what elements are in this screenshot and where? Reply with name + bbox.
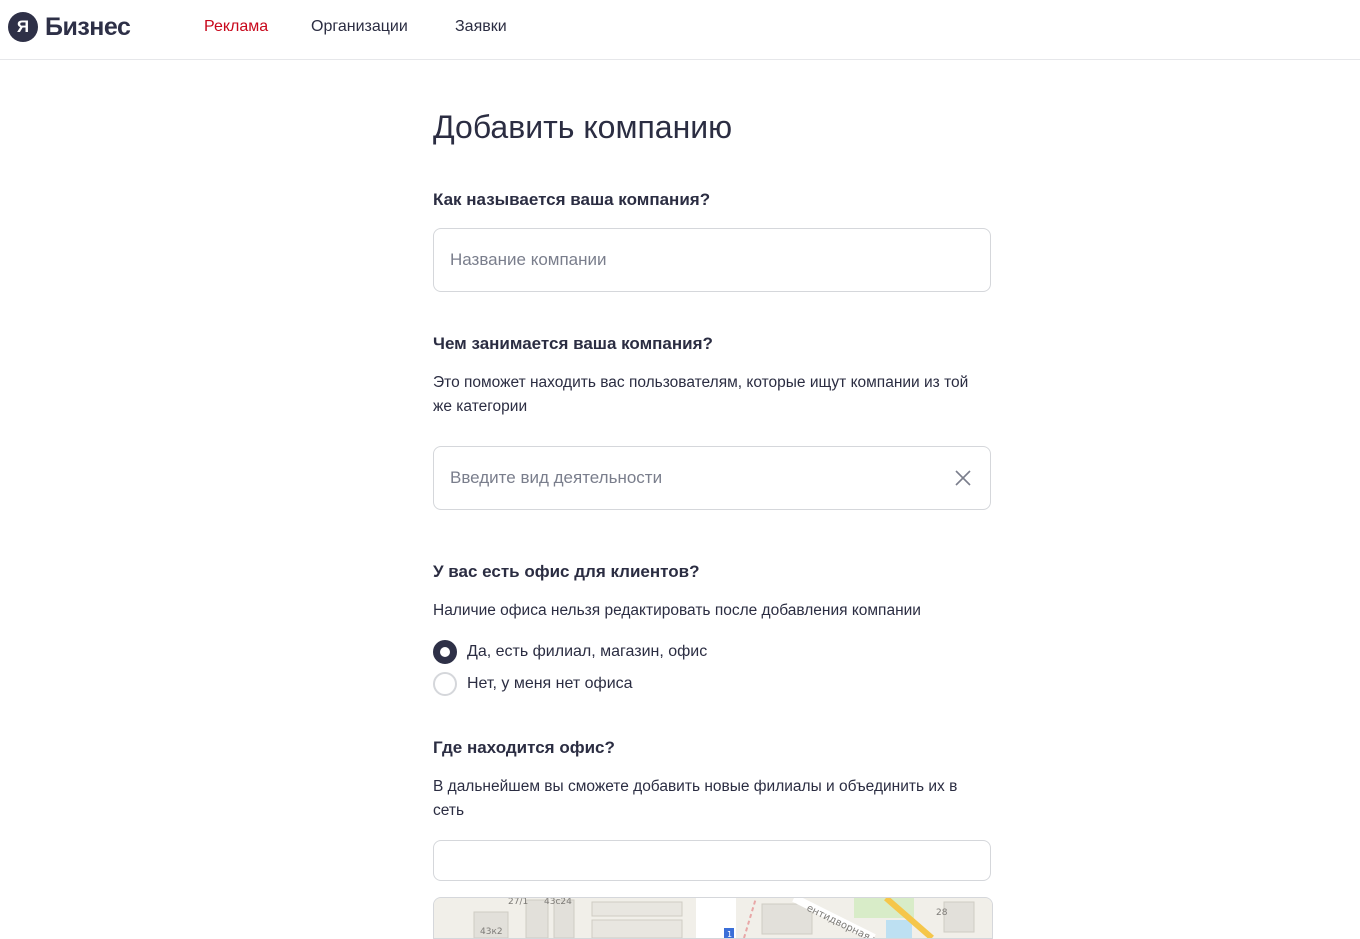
map-label: 27/1 <box>508 898 528 907</box>
radio-button[interactable] <box>433 672 457 696</box>
office-option-no-label: Нет, у меня нет офиса <box>467 675 633 692</box>
activity-hint: Это поможет находить вас пользователям, … <box>433 374 969 415</box>
office-question: У вас есть офис для клиентов? <box>433 562 700 581</box>
yandex-business-logo[interactable]: Я Бизнес <box>8 11 131 43</box>
radio-button-checked[interactable] <box>433 640 457 664</box>
nav-item-requests[interactable]: Заявки <box>455 18 507 36</box>
company-name-question: Как называется ваша компания? <box>433 190 711 209</box>
location-hint: В дальнейшем вы сможете добавить новые ф… <box>433 778 958 819</box>
office-option-yes-label: Да, есть филиал, магазин, офис <box>467 643 708 660</box>
map-label: 1 <box>727 930 732 938</box>
address-input[interactable] <box>434 841 930 880</box>
logo-letter: Я <box>8 12 38 42</box>
map-label: 28 <box>936 908 948 918</box>
company-name-input[interactable] <box>434 229 930 291</box>
nav-item-advertising[interactable]: Реклама <box>204 18 268 36</box>
office-option-yes[interactable]: Да, есть филиал, магазин, офис <box>433 640 707 664</box>
address-field <box>433 840 991 881</box>
activity-input[interactable] <box>434 447 930 509</box>
activity-field <box>433 446 991 510</box>
logo-word: Бизнес <box>45 12 131 41</box>
office-option-no[interactable]: Нет, у меня нет офиса <box>433 672 633 696</box>
location-question: Где находится офис? <box>433 738 615 757</box>
top-header: Я Бизнес Реклама Организации Заявки <box>0 0 1360 60</box>
map-label: 43с24 <box>544 898 572 907</box>
office-map[interactable]: 27/1 43с24 43к2 1 ентидворная у 28 <box>433 897 993 939</box>
close-icon[interactable] <box>954 469 972 487</box>
activity-question: Чем занимается ваша компания? <box>433 334 713 353</box>
nav-item-organizations[interactable]: Организации <box>311 18 408 36</box>
office-hint: Наличие офиса нельзя редактировать после… <box>433 602 921 619</box>
company-name-field <box>433 228 991 292</box>
page-title: Добавить компанию <box>433 109 733 145</box>
map-label: 43к2 <box>480 927 503 937</box>
map-canvas[interactable]: 27/1 43с24 43к2 1 ентидворная у 28 <box>434 898 992 938</box>
